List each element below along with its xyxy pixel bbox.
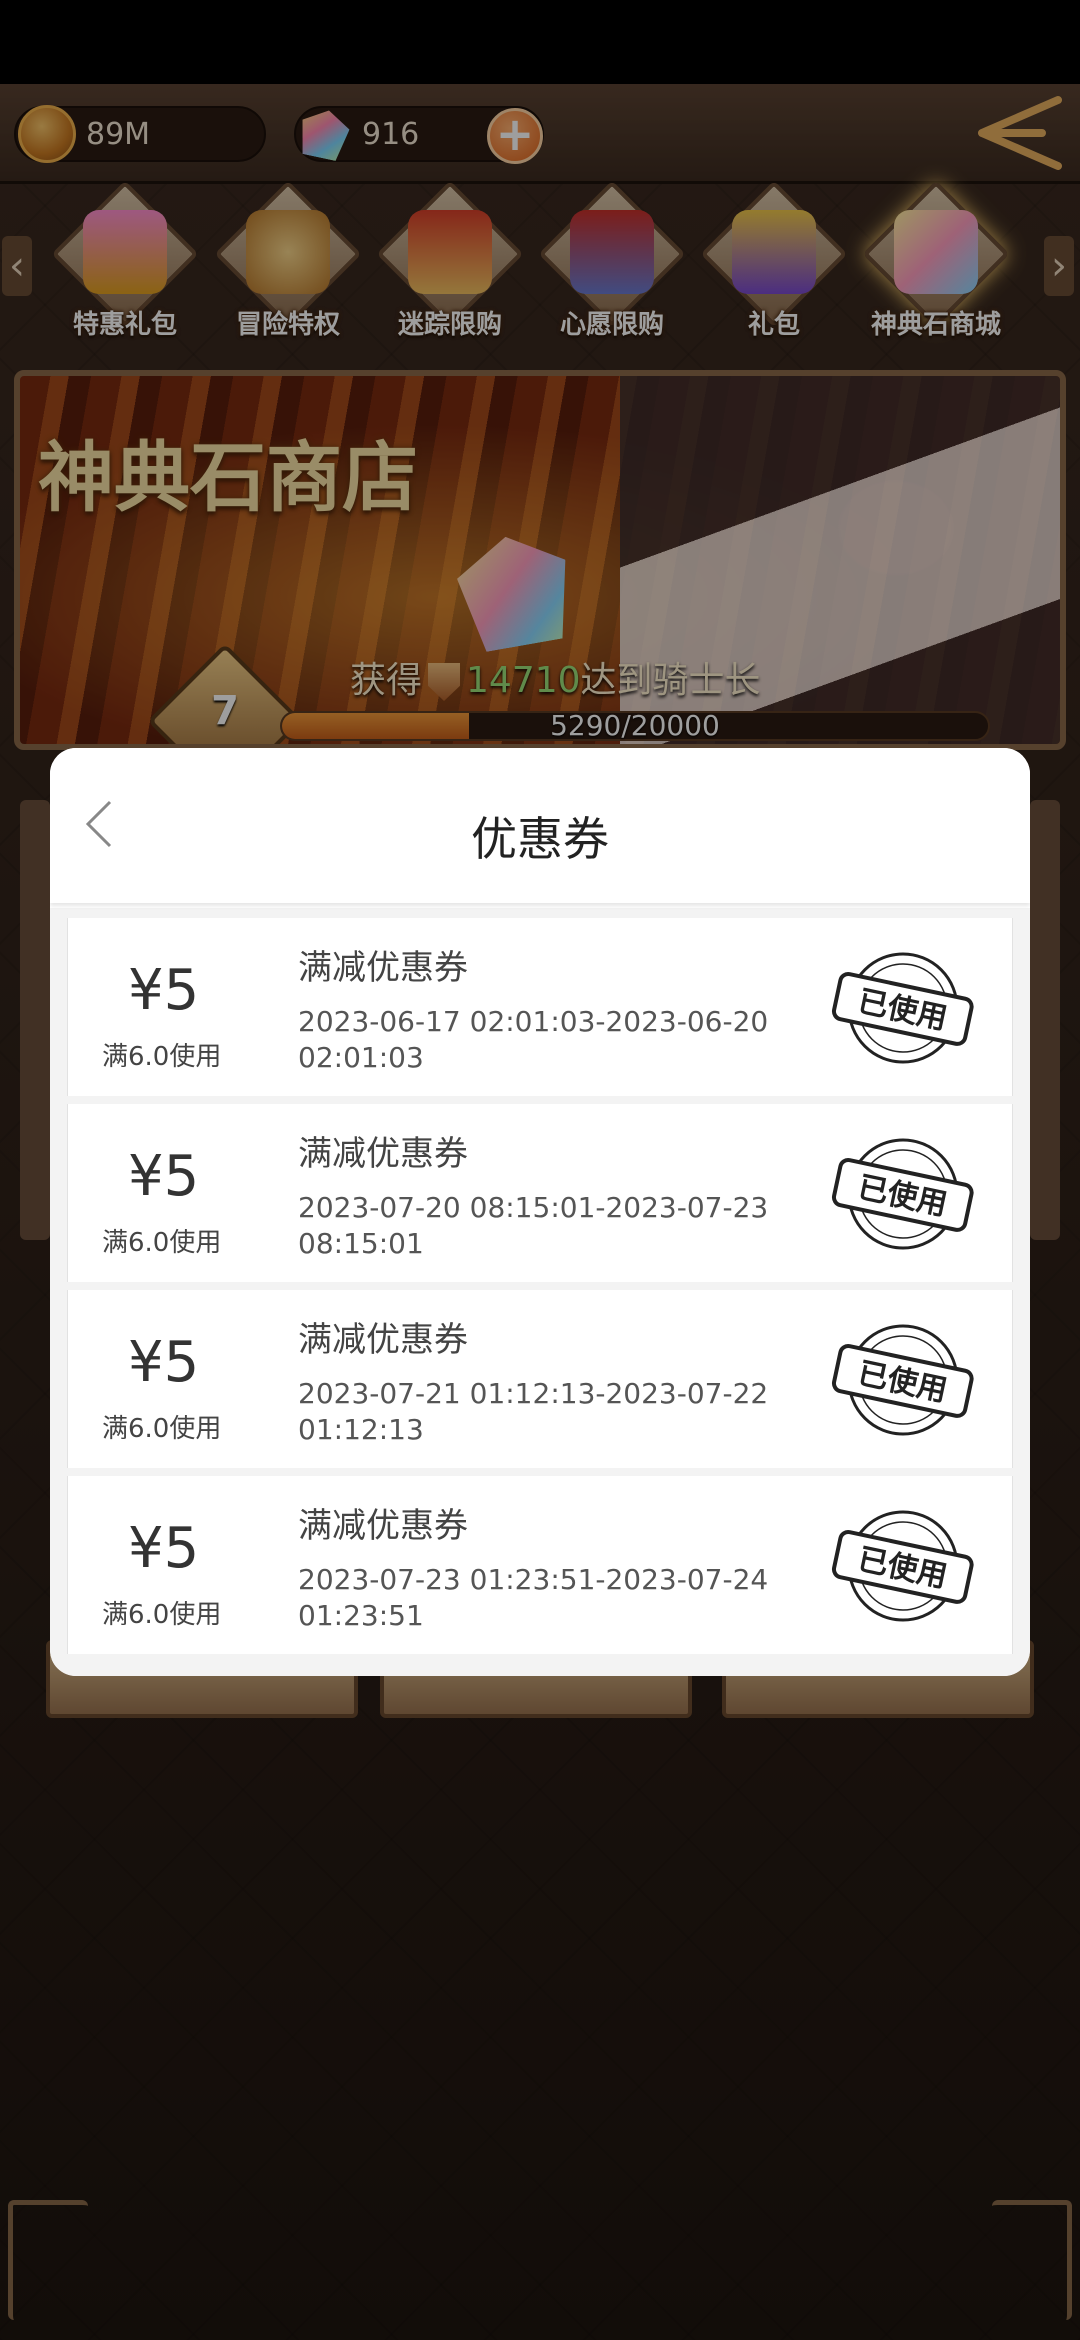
coupon-name: 满减优惠券 xyxy=(298,1320,468,1360)
coupon-modal: 优惠券 ¥5 满6.0使用 满减优惠券 2023-06-17 02:01:03-… xyxy=(50,748,1030,1676)
coupon-card[interactable]: ¥5 满6.0使用 满减优惠券 2023-06-17 02:01:03-2023… xyxy=(67,918,1013,1096)
used-stamp-icon: 已使用 xyxy=(831,1510,974,1622)
status-bar xyxy=(0,0,1080,84)
coupon-card[interactable]: ¥5 满6.0使用 满减优惠券 2023-07-23 01:23:51-2023… xyxy=(67,1476,1013,1654)
coupon-condition: 满6.0使用 xyxy=(102,1042,222,1072)
used-stamp-icon: 已使用 xyxy=(831,1138,974,1250)
coupon-card[interactable]: ¥5 满6.0使用 满减优惠券 2023-07-21 01:12:13-2023… xyxy=(67,1290,1013,1468)
coupon-name: 满减优惠券 xyxy=(298,1134,468,1174)
modal-header: 优惠券 xyxy=(50,748,1030,903)
coupon-name: 满减优惠券 xyxy=(298,1506,468,1546)
coupon-list[interactable]: ¥5 满6.0使用 满减优惠券 2023-06-17 02:01:03-2023… xyxy=(50,908,1030,1676)
coupon-amount: ¥5 xyxy=(128,1330,200,1395)
coupon-period: 2023-06-17 02:01:03-2023-06-20 02:01:03 xyxy=(298,1005,769,1074)
coupon-condition: 满6.0使用 xyxy=(102,1414,222,1444)
used-stamp-icon: 已使用 xyxy=(831,1324,974,1436)
coupon-amount: ¥5 xyxy=(128,958,200,1023)
coupon-name: 满减优惠券 xyxy=(298,948,468,988)
modal-title: 优惠券 xyxy=(471,812,609,866)
coupon-condition: 满6.0使用 xyxy=(102,1228,222,1258)
coupon-period: 2023-07-21 01:12:13-2023-07-22 01:12:13 xyxy=(298,1377,769,1446)
used-stamp-icon: 已使用 xyxy=(831,952,974,1064)
coupon-period: 2023-07-20 08:15:01-2023-07-23 08:15:01 xyxy=(298,1191,769,1260)
coupon-period: 2023-07-23 01:23:51-2023-07-24 01:23:51 xyxy=(298,1563,769,1632)
coupon-amount: ¥5 xyxy=(128,1144,200,1209)
coupon-condition: 满6.0使用 xyxy=(102,1600,222,1630)
coupon-amount: ¥5 xyxy=(128,1516,200,1581)
coupon-card[interactable]: ¥5 满6.0使用 满减优惠券 2023-07-20 08:15:01-2023… xyxy=(67,1104,1013,1282)
